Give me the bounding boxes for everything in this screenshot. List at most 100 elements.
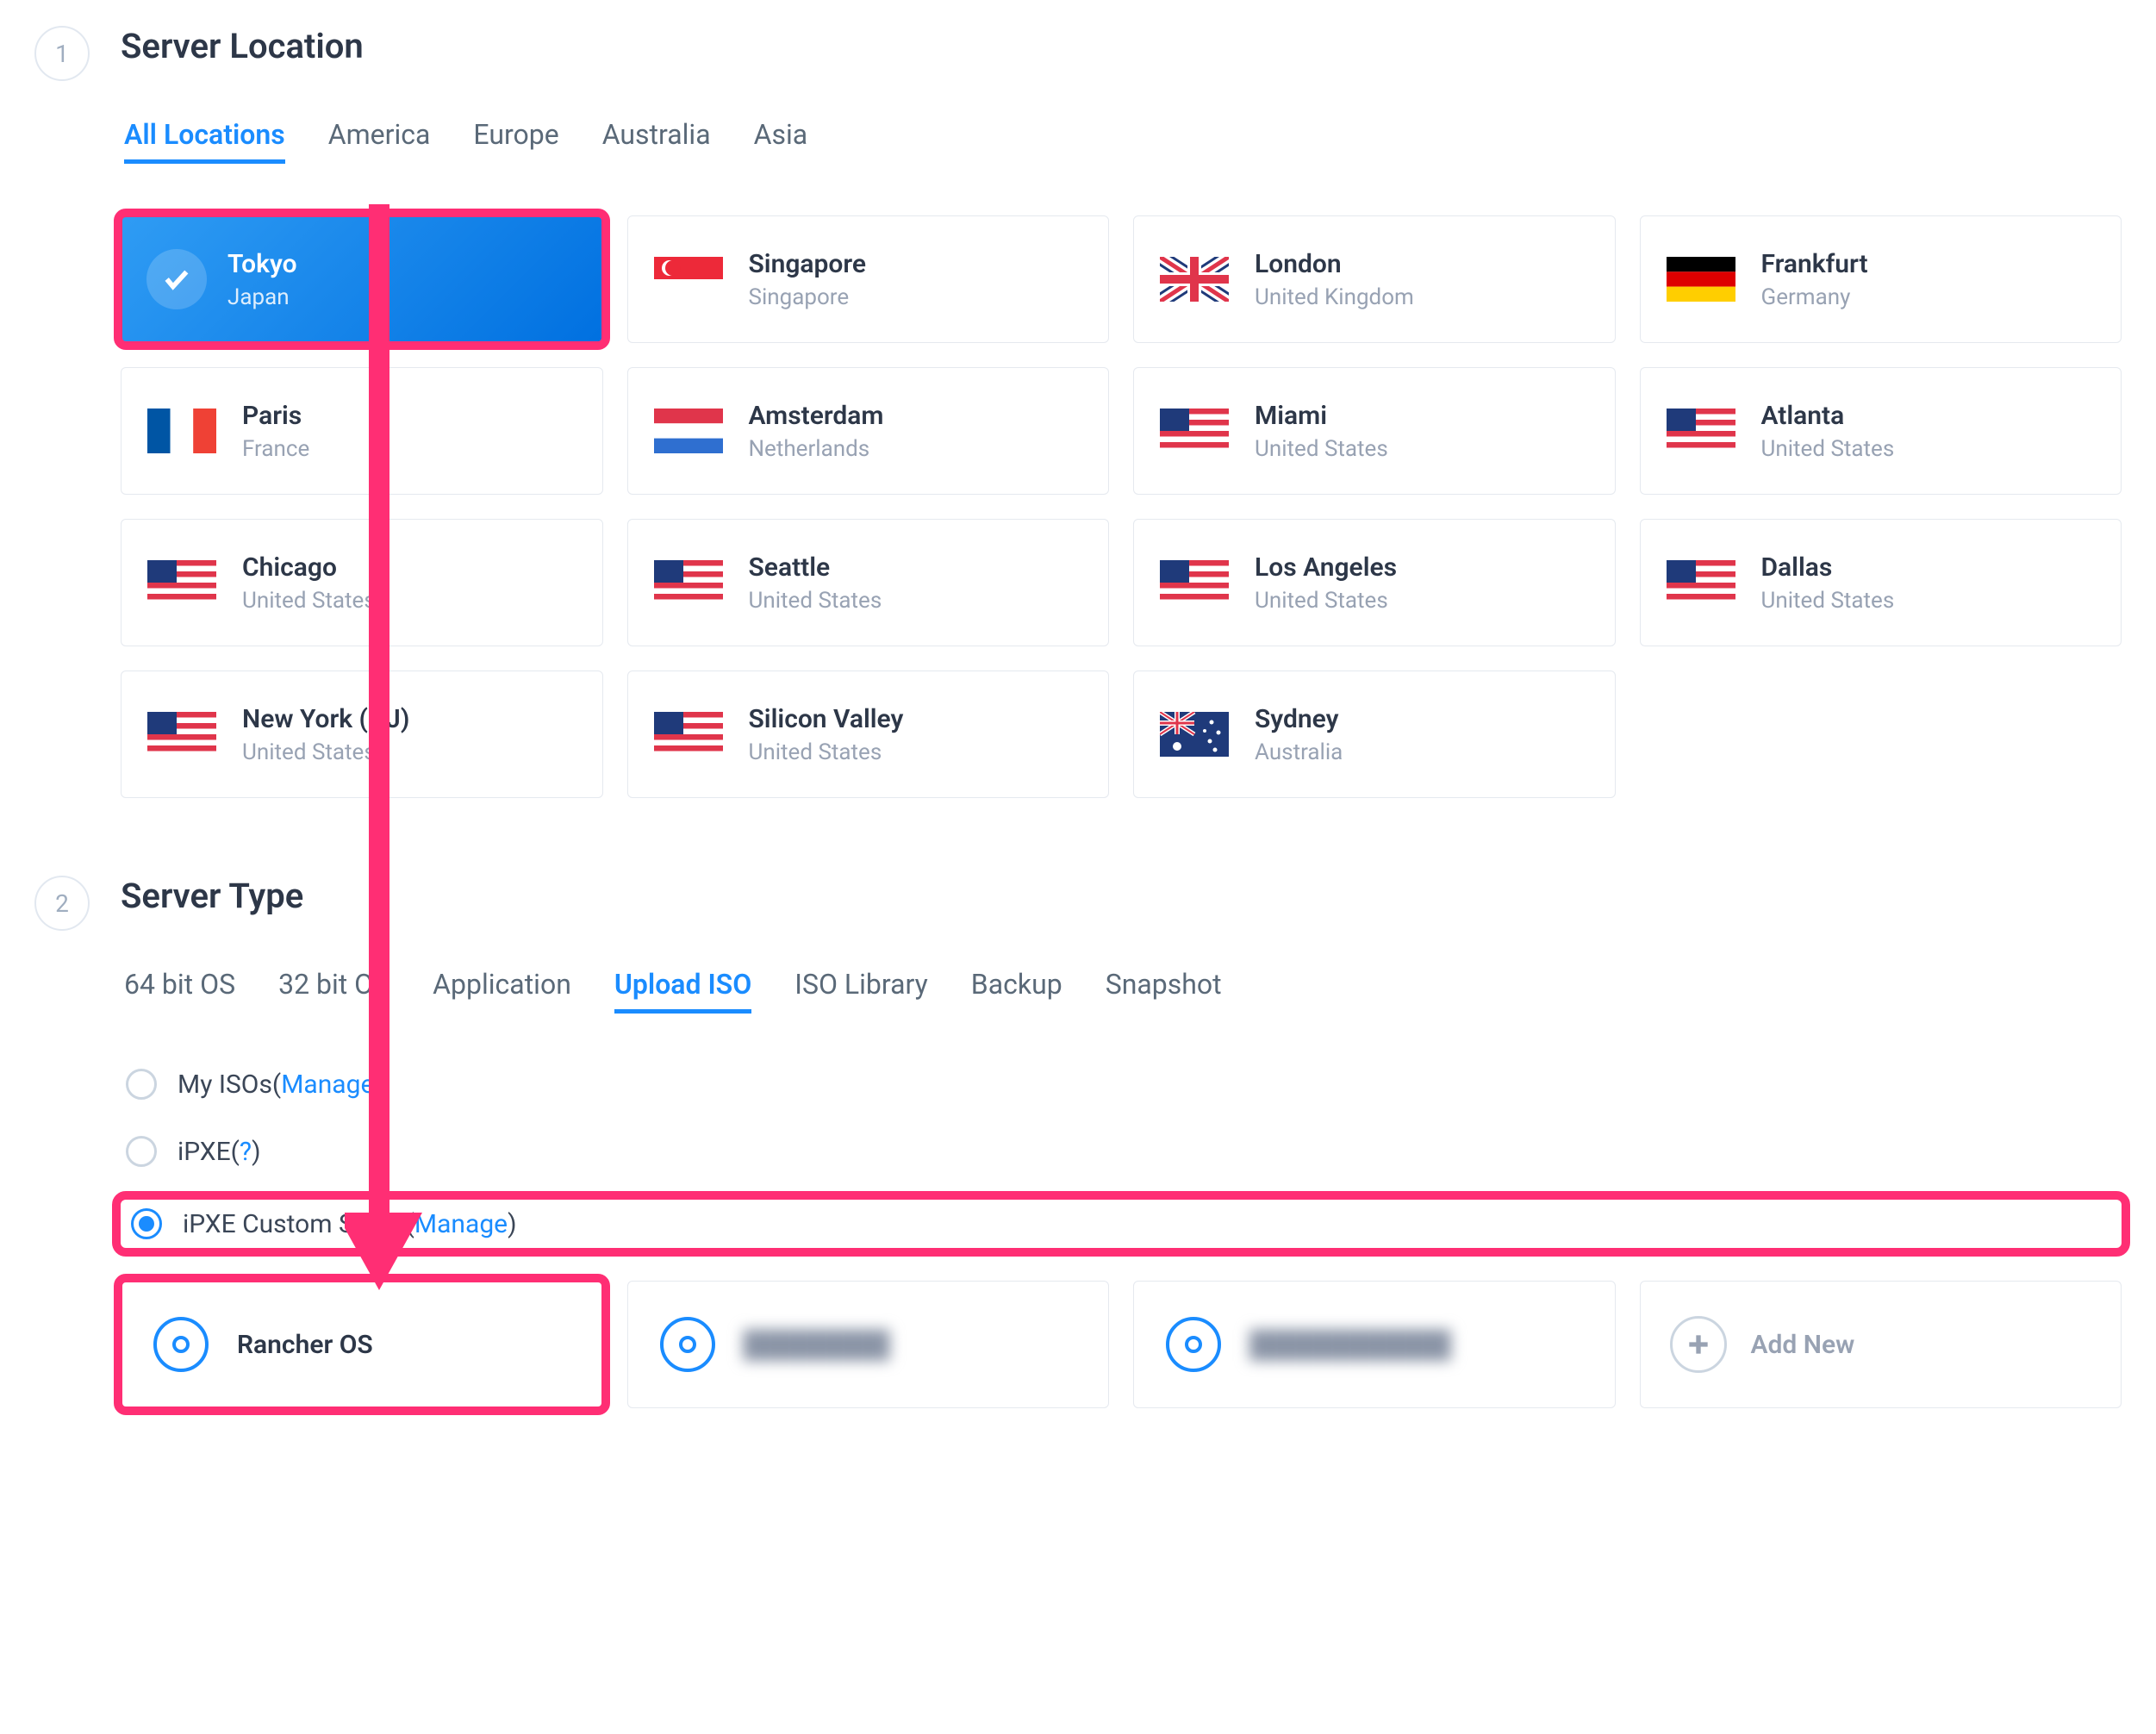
location-country: United States: [1761, 436, 1895, 462]
location-city: Los Angeles: [1255, 552, 1397, 583]
location-city: Sydney: [1255, 704, 1343, 734]
location-country: Japan: [227, 284, 297, 310]
disc-icon: [1163, 1314, 1224, 1375]
location-seattle[interactable]: Seattle United States: [627, 519, 1110, 646]
flag-de-icon: [1667, 257, 1735, 302]
option-link[interactable]: Manage: [281, 1070, 374, 1100]
location-country: United States: [242, 588, 376, 614]
location-city: Amsterdam: [749, 401, 884, 431]
radio-icon: [131, 1208, 162, 1239]
flag-us-icon: [1160, 409, 1229, 453]
flag-au-icon: [1160, 712, 1229, 757]
iso-card-0[interactable]: Rancher OS: [121, 1281, 603, 1408]
option-link[interactable]: Manage: [414, 1209, 508, 1239]
step-number-1: 1: [34, 26, 90, 81]
flag-us-icon: [654, 560, 723, 605]
location-country: Australia: [1255, 739, 1343, 765]
flag-us-icon: [654, 712, 723, 757]
location-city: Singapore: [749, 249, 867, 279]
location-country: Netherlands: [749, 436, 884, 462]
location-city: New York (NJ): [242, 704, 409, 734]
tab-asia[interactable]: Asia: [754, 118, 808, 164]
location-tabs: All Locations America Europe Australia Asia: [124, 118, 2122, 164]
disc-icon: [657, 1314, 718, 1375]
tab-backup[interactable]: Backup: [971, 968, 1062, 1014]
option-label: My ISOs: [178, 1070, 272, 1100]
location-country: France: [242, 436, 309, 462]
location-country: United States: [749, 739, 904, 765]
flag-us-icon: [147, 712, 216, 757]
location-city: Dallas: [1761, 552, 1895, 583]
location-city: Atlanta: [1761, 401, 1895, 431]
flag-nl-icon: [654, 409, 723, 453]
location-country: United Kingdom: [1255, 284, 1414, 310]
option-label: iPXE Custom Script: [183, 1209, 406, 1239]
tab-america[interactable]: America: [328, 118, 431, 164]
tab-europe[interactable]: Europe: [473, 118, 558, 164]
tab-snapshot[interactable]: Snapshot: [1106, 968, 1222, 1014]
location-city: Frankfurt: [1761, 249, 1868, 279]
location-country: United States: [749, 588, 882, 614]
iso-card-1[interactable]: ████████: [627, 1281, 1110, 1408]
location-frankfurt[interactable]: Frankfurt Germany: [1640, 215, 2122, 343]
location-miami[interactable]: MiamiUnited States: [1133, 367, 1616, 495]
flag-gb-icon: [1160, 257, 1229, 302]
location-country: United States: [242, 739, 409, 765]
flag-us-icon: [1667, 560, 1735, 605]
location-singapore[interactable]: Singapore Singapore: [627, 215, 1110, 343]
plus-icon: [1670, 1316, 1727, 1373]
location-tokyo[interactable]: Tokyo Japan: [121, 215, 603, 343]
flag-us-icon: [1160, 560, 1229, 605]
location-city: Tokyo: [227, 249, 297, 279]
location-country: United States: [1255, 588, 1397, 614]
location-country: Germany: [1761, 284, 1868, 310]
section-title-server-location: Server Location: [121, 26, 2122, 66]
add-new-label: Add New: [1751, 1330, 1855, 1360]
location-atlanta[interactable]: Atlanta United States: [1640, 367, 2122, 495]
section-title-server-type: Server Type: [121, 876, 2122, 916]
tab-32-bit-os[interactable]: 32 bit OS: [278, 968, 389, 1014]
location-dallas[interactable]: Dallas United States: [1640, 519, 2122, 646]
radio-icon: [126, 1136, 157, 1167]
tab-upload-iso[interactable]: Upload ISO: [614, 968, 751, 1014]
location-sydney[interactable]: Sydney Australia: [1133, 671, 1616, 798]
check-icon: [146, 249, 207, 309]
location-los-angeles[interactable]: Los Angeles United States: [1133, 519, 1616, 646]
location-city: London: [1255, 249, 1414, 279]
radio-icon: [126, 1069, 157, 1100]
step-number-2: 2: [34, 876, 90, 931]
location-city: Paris: [242, 401, 309, 431]
iso-label: ████████: [744, 1330, 890, 1360]
location-new-york-nj-[interactable]: New York (NJ) United States: [121, 671, 603, 798]
location-london[interactable]: London United Kingdom: [1133, 215, 1616, 343]
tab-all-locations[interactable]: All Locations: [124, 118, 285, 164]
option-ipxe[interactable]: iPXE ( ? ): [121, 1132, 2122, 1170]
flag-fr-icon: [147, 409, 216, 453]
flag-sg-icon: [654, 257, 723, 302]
server-type-tabs: 64 bit OS 32 bit OS Application Upload ISO I…: [124, 968, 2122, 1014]
location-city: Seattle: [749, 552, 882, 583]
option-link[interactable]: ?: [240, 1137, 252, 1167]
location-city: Chicago: [242, 552, 376, 583]
location-city: Miami: [1255, 401, 1388, 431]
tab-application[interactable]: Application: [433, 968, 571, 1014]
option-label: iPXE: [178, 1137, 231, 1167]
option-ipxe-custom-script[interactable]: iPXE Custom Script ( Manage ): [121, 1200, 2122, 1248]
tab-64-bit-os[interactable]: 64 bit OS: [124, 968, 235, 1014]
tab-iso-library[interactable]: ISO Library: [794, 968, 928, 1014]
location-country: United States: [1761, 588, 1895, 614]
flag-us-icon: [147, 560, 216, 605]
location-amsterdam[interactable]: Amsterdam Netherlands: [627, 367, 1110, 495]
add-new-iso[interactable]: Add New: [1640, 1281, 2122, 1408]
location-country: Singapore: [749, 284, 867, 310]
tab-australia[interactable]: Australia: [602, 118, 711, 164]
iso-label: ███████████: [1249, 1330, 1451, 1360]
option-my-isos[interactable]: My ISOs ( Manage ): [121, 1065, 2122, 1103]
iso-label: Rancher OS: [237, 1330, 373, 1360]
location-chicago[interactable]: Chicago United States: [121, 519, 603, 646]
iso-card-2[interactable]: ███████████: [1133, 1281, 1616, 1408]
location-paris[interactable]: Paris France: [121, 367, 603, 495]
location-silicon-valley[interactable]: Silicon Valley United States: [627, 671, 1110, 798]
disc-icon: [151, 1314, 211, 1375]
location-city: Silicon Valley: [749, 704, 904, 734]
